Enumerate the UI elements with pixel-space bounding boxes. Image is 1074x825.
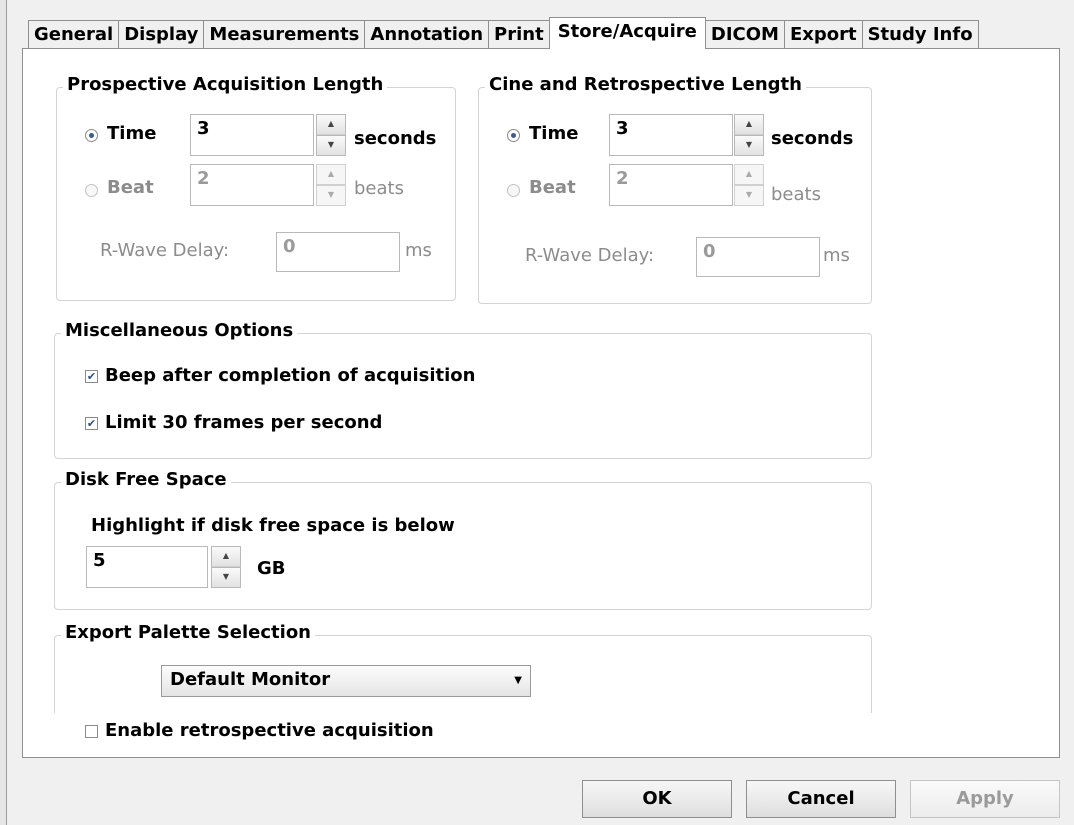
spin-down-icon[interactable]: ▼ [734,135,764,156]
cine-rwave-label: R-Wave Delay: [525,245,655,266]
prospective-beat-radio[interactable] [85,184,98,197]
cine-title: Cine and Retrospective Length [485,74,806,96]
apply-button[interactable]: Apply [910,780,1060,818]
tab-display[interactable]: Display [118,20,205,48]
cine-beat-label: Beat [529,177,576,198]
ok-button[interactable]: OK [582,780,732,818]
tab-dicom[interactable]: DICOM [704,20,785,48]
tab-general[interactable]: General [28,20,120,48]
prospective-group: Prospective Acquisition Length Time 3 ▲ … [56,74,456,301]
prospective-rwave-unit: ms [405,240,432,261]
prospective-beat-input[interactable]: 2 [190,164,314,206]
disk-unit: GB [257,558,286,579]
limit-fps-label: Limit 30 frames per second [105,412,383,433]
export-palette-title: Export Palette Selection [61,622,315,644]
cine-time-unit: seconds [771,128,854,149]
cine-rwave-unit: ms [823,245,850,266]
cine-time-label: Time [529,123,579,144]
prospective-beat-label: Beat [107,177,154,198]
cine-beat-input[interactable]: 2 [609,164,733,206]
retro-checkbox[interactable] [85,725,98,738]
spin-down-icon[interactable]: ▼ [316,135,346,156]
prospective-rwave-label: R-Wave Delay: [100,240,230,261]
prospective-title: Prospective Acquisition Length [63,74,388,96]
cine-beat-spinner[interactable]: ▲ ▼ [734,164,764,206]
disk-title: Disk Free Space [61,469,231,491]
prospective-time-radio[interactable] [85,129,98,142]
window-edge [0,0,7,825]
prospective-beat-spinner[interactable]: ▲ ▼ [316,164,346,206]
cine-time-input[interactable]: 3 [609,114,733,156]
disk-highlight-label: Highlight if disk free space is below [91,515,455,536]
export-palette-group: Export Palette Selection Default Monitor… [54,622,872,713]
disk-group: Disk Free Space Highlight if disk free s… [54,469,872,610]
store-acquire-page: Prospective Acquisition Length Time 3 ▲ … [22,48,1060,758]
spin-up-icon[interactable]: ▲ [734,164,764,185]
limit-fps-checkbox[interactable]: ✔ [85,417,98,430]
spin-down-icon[interactable]: ▼ [211,567,241,588]
spin-up-icon[interactable]: ▲ [734,114,764,135]
cine-group: Cine and Retrospective Length Time 3 ▲ ▼… [478,74,872,304]
cine-time-spinner[interactable]: ▲ ▼ [734,114,764,156]
disk-free-spinner[interactable]: ▲ ▼ [211,546,241,588]
tab-annotation[interactable]: Annotation [364,20,490,48]
prospective-time-unit: seconds [354,128,437,149]
cine-beat-unit: beats [771,184,821,205]
prospective-time-spinner[interactable]: ▲ ▼ [316,114,346,156]
tab-export[interactable]: Export [783,20,863,48]
prospective-time-input[interactable]: 3 [190,114,314,156]
misc-title: Miscellaneous Options [61,320,298,342]
cancel-button[interactable]: Cancel [746,780,896,818]
prospective-rwave-input[interactable]: 0 [276,232,400,272]
misc-group: Miscellaneous Options ✔ Beep after compl… [54,320,872,459]
tab-print[interactable]: Print [488,20,550,48]
export-palette-value: Default Monitor [170,669,331,690]
prospective-beat-unit: beats [354,178,404,199]
tab-measurements[interactable]: Measurements [203,20,366,48]
beep-checkbox[interactable]: ✔ [85,370,98,383]
beep-label: Beep after completion of acquisition [105,365,476,386]
chevron-down-icon: ▼ [514,675,522,686]
cine-time-radio[interactable] [507,129,520,142]
prospective-time-label: Time [107,123,157,144]
spin-down-icon[interactable]: ▼ [734,185,764,206]
tab-strip: General Display Measurements Annotation … [28,17,979,49]
spin-up-icon[interactable]: ▲ [316,114,346,135]
spin-up-icon[interactable]: ▲ [211,546,241,567]
spin-down-icon[interactable]: ▼ [316,185,346,206]
cine-rwave-input[interactable]: 0 [696,237,820,277]
tab-study-info[interactable]: Study Info [861,20,979,48]
tab-store-acquire[interactable]: Store/Acquire [548,17,706,49]
spin-up-icon[interactable]: ▲ [316,164,346,185]
export-palette-dropdown[interactable]: Default Monitor ▼ [161,665,531,697]
cine-beat-radio[interactable] [507,184,520,197]
retro-label: Enable retrospective acquisition [105,720,434,741]
disk-free-input[interactable]: 5 [86,546,208,588]
